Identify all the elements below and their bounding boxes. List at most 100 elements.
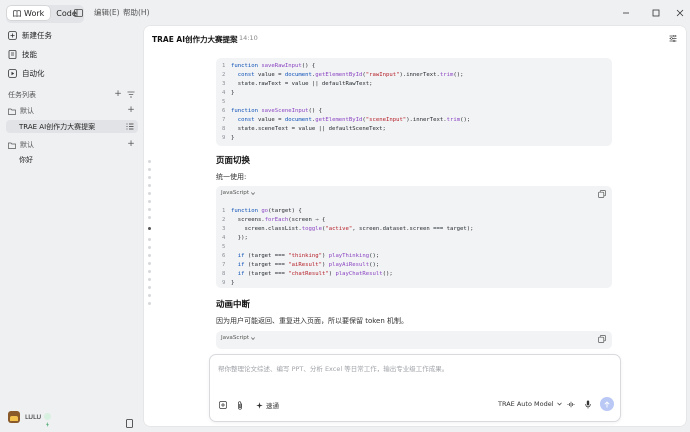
code-line: 7 if (target === "aiResult") playAiResul… — [222, 262, 380, 268]
line-number: 1 — [222, 63, 226, 69]
section-heading: 页面切换 — [216, 156, 251, 166]
sidebar-item-skills[interactable]: 技能 — [8, 47, 37, 61]
code-line: 4} — [222, 90, 235, 96]
sidebar: 新建任务 技能 自动化 任务列表 + 默认 + TRAE AI创作力大赛提案 默… — [0, 26, 144, 431]
line-number: 3 — [222, 226, 226, 232]
send-button[interactable] — [600, 397, 614, 411]
mode-work-label: Work — [24, 8, 45, 18]
chevron-down-icon — [251, 191, 255, 195]
code-language: JavaScript — [221, 335, 250, 341]
menu-edit[interactable]: 编辑(E) — [94, 7, 120, 18]
copy-icon[interactable] — [598, 335, 606, 343]
minimize-icon[interactable] — [620, 7, 632, 19]
code-line: 8 state.sceneText = value || defaultScen… — [222, 126, 386, 132]
maximize-icon[interactable] — [650, 7, 662, 19]
mode-work-button[interactable]: Work — [7, 6, 51, 20]
book-icon — [13, 9, 21, 17]
add-to-group-icon[interactable]: + — [126, 105, 136, 115]
add-task-icon[interactable]: + — [113, 89, 123, 99]
code-block: JavaScript — [216, 331, 612, 349]
task-item[interactable]: 你好 — [19, 155, 33, 165]
code-line: 6 if (target === "thinking") playThinkin… — [222, 253, 380, 259]
main-header: TRAE AI创作力大赛提案 14:10 — [144, 26, 686, 50]
code-line: 9} — [222, 135, 235, 141]
code-line: 1 function saveRawInput() { — [222, 63, 316, 69]
line-number: 7 — [222, 262, 226, 268]
voice-wave-icon[interactable] — [567, 401, 575, 408]
line-number: 4 — [222, 90, 226, 96]
model-label: TRAE Auto Model — [498, 400, 554, 408]
line-number: 8 — [222, 271, 226, 277]
code-language-selector[interactable]: JavaScript — [221, 190, 255, 196]
task-label: 你好 — [19, 156, 33, 164]
automation-icon — [8, 68, 17, 78]
panel-settings-icon[interactable] — [669, 35, 677, 42]
add-to-group-icon[interactable]: + — [126, 139, 136, 149]
group-default-1[interactable]: 默认 — [8, 106, 34, 116]
line-number: 9 — [222, 280, 226, 286]
sidebar-item-new-task[interactable]: 新建任务 — [8, 28, 52, 42]
task-label: TRAE AI创作力大赛提案 — [19, 122, 96, 131]
line-number: 5 — [222, 99, 226, 105]
code-line: 2 const value = document.getElementById(… — [222, 72, 464, 78]
cloud-icon — [228, 35, 237, 41]
code-line: 1 function go(target) { — [222, 208, 302, 214]
paperclip-icon[interactable] — [237, 401, 243, 410]
line-number: 5 — [222, 244, 226, 250]
line-number: 2 — [222, 217, 226, 223]
menu-help[interactable]: 帮助(H) — [123, 7, 150, 18]
sidebar-item-label: 自动化 — [22, 68, 45, 78]
page-title: TRAE AI创作力大赛提案 — [152, 35, 238, 44]
microphone-icon[interactable] — [585, 400, 591, 409]
task-list-label: 任务列表 — [8, 90, 36, 100]
line-number: 3 — [222, 81, 226, 87]
code-language-selector[interactable]: JavaScript — [221, 335, 255, 341]
code-line: 8 if (target === "chatResult") playChatR… — [222, 271, 393, 277]
chat-input-box[interactable]: 帮你整理论文综述、编写 PPT、分析 Excel 等日常工作，输出专业级工作成果… — [209, 354, 621, 422]
speed-mode-button[interactable]: 速通 — [256, 400, 279, 410]
code-line: 9} — [222, 280, 235, 286]
status-badge — [44, 413, 51, 427]
device-icon[interactable] — [126, 413, 133, 432]
line-number: 2 — [222, 72, 226, 78]
add-attachment-icon[interactable] — [219, 401, 227, 409]
copy-icon[interactable] — [598, 190, 606, 198]
line-number: 4 — [222, 235, 226, 241]
task-options-icon[interactable] — [126, 123, 134, 130]
group-label: 默认 — [20, 107, 34, 115]
model-selector[interactable]: TRAE Auto Model — [498, 400, 562, 408]
line-number: 6 — [222, 253, 226, 259]
line-number: 9 — [222, 135, 226, 141]
code-line: 6 function saveSceneInput() { — [222, 108, 322, 114]
section-heading: 动画中断 — [216, 300, 251, 310]
code-line: 5 — [222, 243, 231, 251]
folder-icon — [8, 108, 16, 115]
chat-input-placeholder[interactable]: 帮你整理论文综述、编写 PPT、分析 Excel 等日常工作，输出专业级工作成果… — [218, 363, 448, 373]
speed-mode-label: 速通 — [266, 402, 279, 410]
skills-icon — [8, 49, 17, 59]
main-panel: TRAE AI创作力大赛提案 14:10 1 function saveRawIn… — [144, 26, 686, 426]
avatar[interactable] — [8, 411, 20, 423]
code-line: 7 const value = document.getElementById(… — [222, 117, 471, 123]
code-language: JavaScript — [221, 190, 250, 196]
group-default-2[interactable]: 默认 — [8, 140, 34, 150]
group-label: 默认 — [20, 141, 34, 149]
code-line: 5 — [222, 98, 231, 106]
new-task-icon — [8, 30, 17, 40]
close-icon[interactable] — [674, 7, 686, 19]
sidebar-item-label: 技能 — [22, 49, 37, 59]
chevron-down-icon — [556, 402, 562, 406]
sidebar-item-label: 新建任务 — [22, 30, 52, 40]
code-block: JavaScript 1 function go(target) { 2 scree… — [216, 186, 612, 288]
sidebar-toggle-icon[interactable] — [72, 7, 84, 19]
chevron-down-icon — [251, 336, 255, 340]
filter-icon[interactable] — [126, 89, 136, 99]
line-number: 1 — [222, 208, 226, 214]
line-number: 7 — [222, 117, 226, 123]
code-line: 2 screens.forEach(screen ⇒ { — [222, 217, 326, 223]
sync-time: 14:10 — [239, 34, 258, 42]
paragraph: 因为用户可能返回、重复进入页面，所以要保留 token 机制。 — [216, 317, 409, 325]
sidebar-item-automation[interactable]: 自动化 — [8, 66, 45, 80]
folder-icon — [8, 142, 16, 149]
task-item-selected[interactable]: TRAE AI创作力大赛提案 — [6, 120, 138, 133]
